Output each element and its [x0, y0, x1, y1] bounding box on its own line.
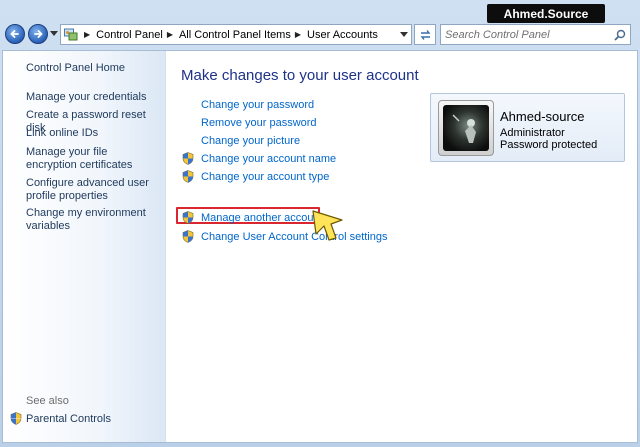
uac-settings-link[interactable]: Change User Account Control settings [201, 231, 388, 243]
account-card: Ahmed-source Administrator Password prot… [430, 93, 625, 162]
shield-icon [10, 412, 22, 425]
account-status: Password protected [500, 139, 598, 151]
avatar[interactable] [438, 100, 494, 156]
refresh-icon [420, 29, 430, 40]
sidebar-item-link-online-ids[interactable]: Link online IDs [26, 127, 161, 140]
change-account-type-link[interactable]: Change your account type [201, 171, 329, 183]
see-also-heading: See also [26, 395, 69, 407]
sidebar-item-control-panel-home[interactable]: Control Panel Home [26, 62, 161, 75]
manage-another-account-link[interactable]: Manage another account [201, 212, 323, 224]
avatar-figure-icon [452, 114, 476, 143]
change-password-link[interactable]: Change your password [201, 99, 314, 111]
sidebar-item-advanced-profile[interactable]: Configure advanced user profile properti… [26, 177, 161, 203]
change-account-name-link[interactable]: Change your account name [201, 153, 336, 165]
refresh-button[interactable] [414, 24, 436, 45]
breadcrumb-separator-icon[interactable]: ▶ [295, 30, 301, 39]
change-picture-link[interactable]: Change your picture [201, 135, 300, 147]
forward-button[interactable] [28, 24, 48, 44]
back-arrow-icon [10, 30, 19, 38]
recent-pages-dropdown-icon[interactable] [50, 31, 58, 37]
uac-shield-icon [182, 170, 194, 183]
left-navigation-pane: Control Panel Home Manage your credentia… [3, 51, 166, 442]
control-panel-icon [64, 28, 78, 41]
breadcrumb-user-accounts[interactable]: User Accounts [307, 29, 378, 41]
page-title: Make changes to your user account [181, 67, 419, 84]
address-bar[interactable]: ▶ Control Panel ▶ All Control Panel Item… [60, 24, 412, 45]
forward-arrow-icon [34, 30, 43, 38]
uac-shield-icon [182, 230, 194, 243]
breadcrumb-all-items[interactable]: All Control Panel Items [179, 29, 291, 41]
pointer-arrow-icon [312, 210, 343, 241]
uac-shield-icon [182, 211, 194, 224]
search-icon[interactable] [614, 29, 626, 41]
sidebar-item-file-encryption[interactable]: Manage your file encryption certificates [26, 146, 161, 172]
watermark: Ahmed.Source [487, 4, 605, 23]
avatar-picture [443, 105, 489, 151]
search-input[interactable] [445, 28, 610, 41]
window-frame: Ahmed.Source ▶ Control Panel ▶ All Contr… [0, 0, 640, 447]
account-role: Administrator [500, 127, 565, 139]
sidebar-item-manage-credentials[interactable]: Manage your credentials [26, 91, 161, 104]
sidebar-item-parental-controls[interactable]: Parental Controls [26, 413, 111, 425]
breadcrumb-separator-icon[interactable]: ▶ [84, 30, 90, 39]
remove-password-link[interactable]: Remove your password [201, 117, 317, 129]
account-name: Ahmed-source [500, 109, 585, 124]
back-button[interactable] [5, 24, 25, 44]
search-box[interactable] [440, 24, 631, 45]
breadcrumb-separator-icon[interactable]: ▶ [167, 30, 173, 39]
breadcrumb-control-panel[interactable]: Control Panel [96, 29, 163, 41]
address-dropdown-icon[interactable] [400, 32, 408, 37]
sidebar-item-environment-variables[interactable]: Change my environment variables [26, 207, 161, 233]
uac-shield-icon [182, 152, 194, 165]
